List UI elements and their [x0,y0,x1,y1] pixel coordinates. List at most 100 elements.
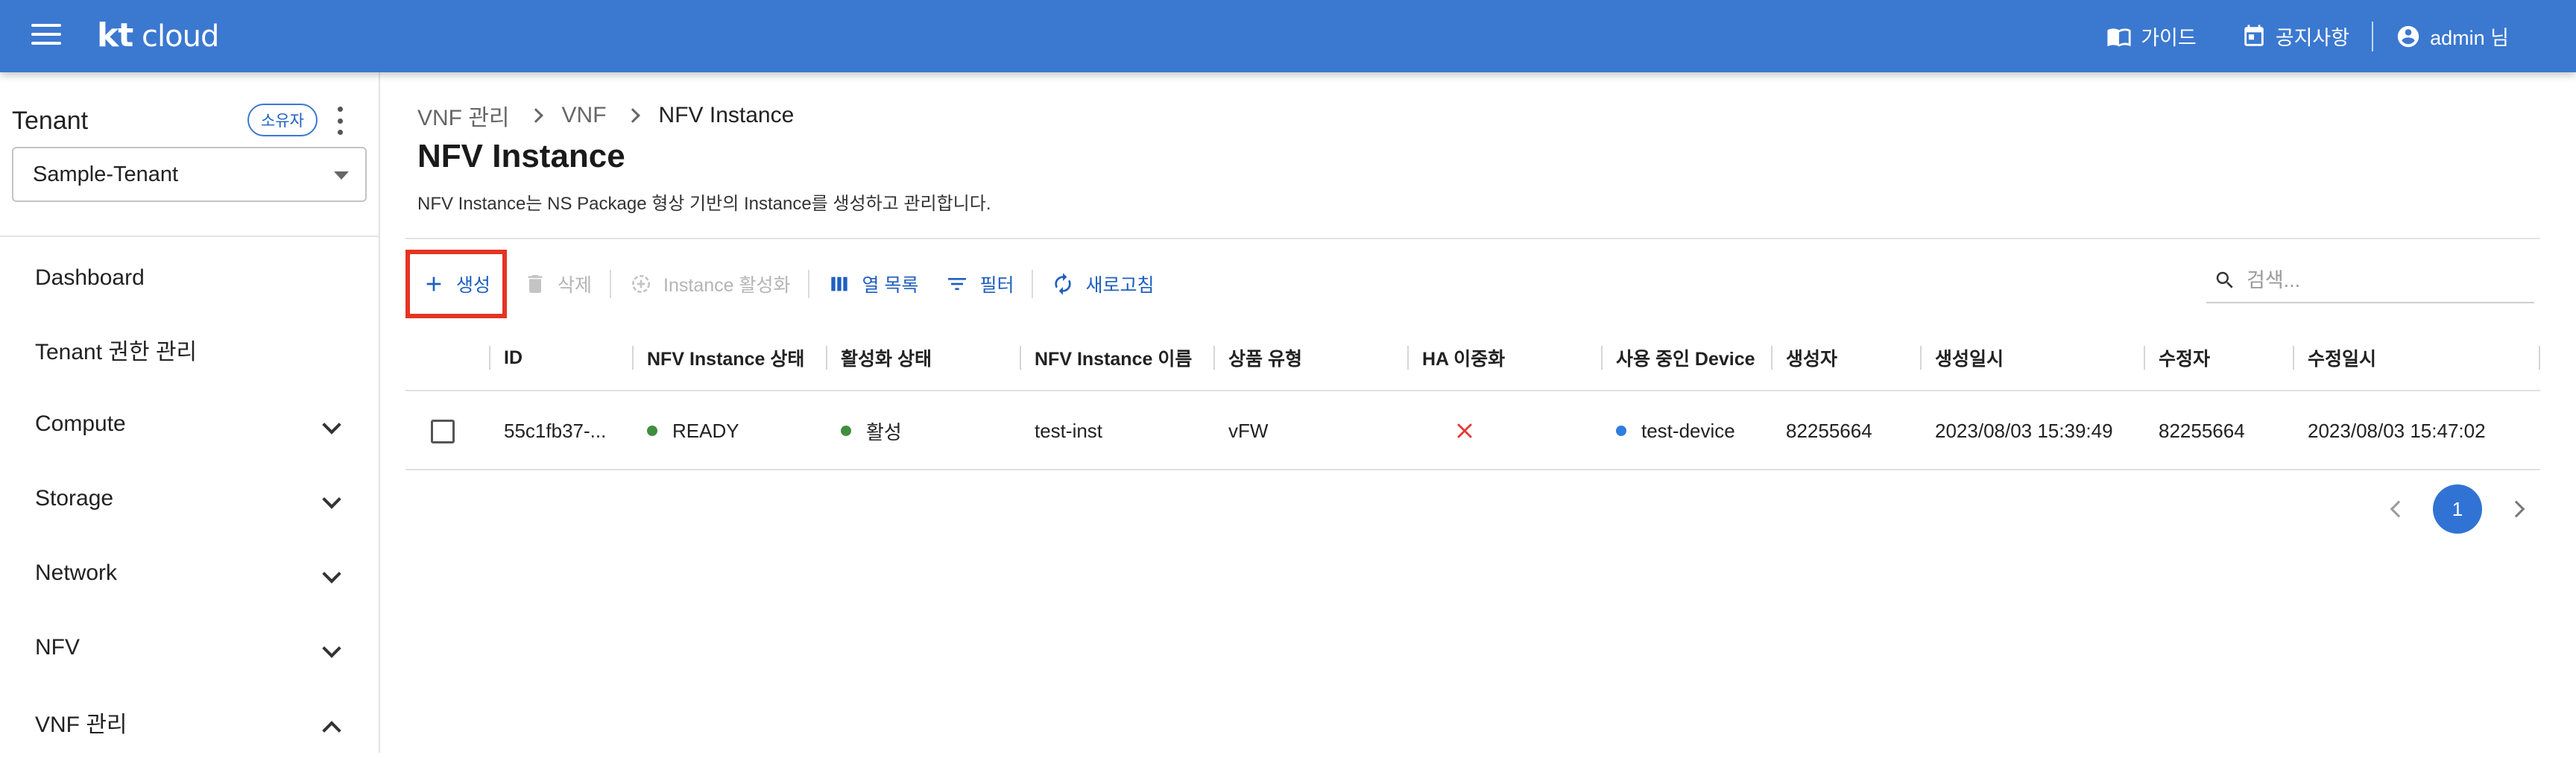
calendar-icon [2244,24,2264,46]
column-divider [2539,346,2540,370]
dropdown-arrow-icon [334,171,349,180]
cell-product-type: vFW [1228,419,1269,442]
user-menu[interactable]: admin 님 [2373,22,2531,51]
content-divider [405,238,2540,239]
breadcrumb-vnf[interactable]: VNF [562,103,607,128]
refresh-icon [1055,273,1072,295]
cell-activation: 활성 [827,391,902,470]
sidebar-item-label: Dashboard [35,265,145,290]
cell-creator: 82255664 [1786,419,1872,442]
sidebar-item-vnf-management[interactable]: VNF 관리 [0,686,379,758]
notice-label: 공지사항 [2275,27,2350,49]
column-header-activation[interactable]: 활성화 상태 [827,324,932,391]
view-column-icon [831,277,848,291]
row-checkbox[interactable] [431,420,455,443]
search-box [2206,259,2534,303]
breadcrumb-current: NFV Instance [658,103,795,127]
guide-label: 가이드 [2141,27,2197,49]
instance-table: ID NFV Instance 상태 활성화 상태 NFV Instance 이… [405,324,2540,470]
table-header: ID NFV Instance 상태 활성화 상태 NFV Instance 이… [405,324,2540,391]
cell-status: READY [634,391,739,470]
table-row[interactable]: 55c1fb37-... READY 활성 test-inst vFW test… [405,391,2540,470]
filter-icon [948,278,967,290]
device-dot-icon [1616,426,1626,436]
chevron-left-icon[interactable] [2390,500,2408,518]
activation-text: 활성 [866,420,902,443]
column-header-ha[interactable]: HA 이중화 [1409,324,1505,391]
notice-link[interactable]: 공지사항 [2219,22,2372,51]
activate-instance-button[interactable]: Instance 활성화 [616,250,804,318]
activate-icon [632,275,651,293]
column-header-name[interactable]: NFV Instance 이름 [1021,324,1192,391]
filter-label: 필터 [979,275,1014,296]
activate-label: Instance 활성화 [663,275,791,296]
toolbar-divider [808,270,810,298]
sidebar-item-label: Network [35,560,118,585]
sidebar-item-network[interactable]: Network [0,537,379,609]
logo-cloud-text: cloud [142,19,219,54]
columns-button[interactable]: 열 목록 [814,250,932,318]
device-text: test-device [1641,419,1735,442]
sidebar-item-label: Tenant 권한 관리 [35,340,198,364]
filter-button[interactable]: 필터 [932,250,1027,318]
column-header-modifier[interactable]: 수정자 [2145,324,2210,391]
activation-dot-icon [841,426,851,436]
owner-badge: 소유자 [247,104,318,136]
guide-link[interactable]: 가이드 [2084,22,2219,51]
book-icon [2107,28,2131,46]
sidebar-divider [0,236,379,237]
column-header-status[interactable]: NFV Instance 상태 [634,324,804,391]
tenant-select-value: Sample-Tenant [33,162,179,186]
main-content: VNF 관리 VNF NFV Instance NFV Instance NFV… [382,72,2576,753]
chevron-right-icon[interactable] [2507,500,2525,518]
sidebar-item-tenant-permissions[interactable]: Tenant 권한 관리 [0,314,379,385]
columns-label: 열 목록 [862,275,919,296]
pagination: 1 [2390,484,2525,534]
cell-created-at: 2023/08/03 15:39:49 [1935,419,2113,442]
refresh-button[interactable]: 새로고침 [1038,250,1167,318]
sidebar-item-label: NFV [35,635,80,660]
column-header-device[interactable]: 사용 중인 Device [1603,324,1755,391]
chevron-right-icon [528,108,543,123]
delete-button[interactable]: 삭제 [510,250,605,318]
cell-ha [1439,391,1477,470]
page-title: NFV Instance [417,138,625,174]
sidebar-item-dashboard[interactable]: Dashboard [0,242,379,314]
search-input[interactable] [2247,268,2515,292]
page-button-1[interactable]: 1 [2433,484,2482,534]
chevron-down-icon [322,639,341,658]
create-label: 생성 [456,275,491,296]
toolbar-divider [610,270,612,298]
close-icon [1457,423,1472,438]
column-header-product-type[interactable]: 상품 유형 [1215,324,1302,391]
status-text: READY [672,419,739,442]
column-header-modified-at[interactable]: 수정일시 [2294,324,2376,391]
sidebar-item-label: Compute [35,411,126,436]
sidebar-item-compute[interactable]: Compute [0,388,379,460]
user-label: admin 님 [2430,27,2509,49]
chevron-down-icon [322,564,341,584]
delete-label: 삭제 [558,275,593,296]
column-header-creator[interactable]: 생성자 [1772,324,1837,391]
chevron-up-icon [322,721,341,740]
breadcrumb: VNF 관리 VNF NFV Instance [417,99,794,132]
tenant-select[interactable]: Sample-Tenant [12,147,367,202]
toolbar: 생성 삭제 Instance 활성화 열 목록 필터 새로고침 [405,250,1167,318]
plus-icon [426,277,441,291]
sidebar-item-label: VNF 관리 [35,713,127,737]
header-actions: 가이드 공지사항 admin 님 [2084,0,2531,72]
menu-icon[interactable] [31,24,61,48]
more-vert-icon[interactable] [334,107,346,135]
breadcrumb-vnf-management[interactable]: VNF 관리 [417,99,510,132]
sidebar-item-storage[interactable]: Storage [0,463,379,534]
column-header-created-at[interactable]: 생성일시 [1922,324,2004,391]
create-button[interactable]: 생성 [405,250,508,318]
column-header-id[interactable]: ID [490,324,523,391]
tenant-title: Tenant [12,107,89,135]
logo-kt-text: kt [97,16,133,54]
sidebar-item-nfv[interactable]: NFV [0,612,379,683]
kt-cloud-logo[interactable]: kt cloud [97,16,219,54]
page-description: NFV Instance는 NS Package 형상 기반의 Instance… [417,194,991,214]
chevron-down-icon [322,415,341,435]
chevron-right-icon [625,108,640,123]
